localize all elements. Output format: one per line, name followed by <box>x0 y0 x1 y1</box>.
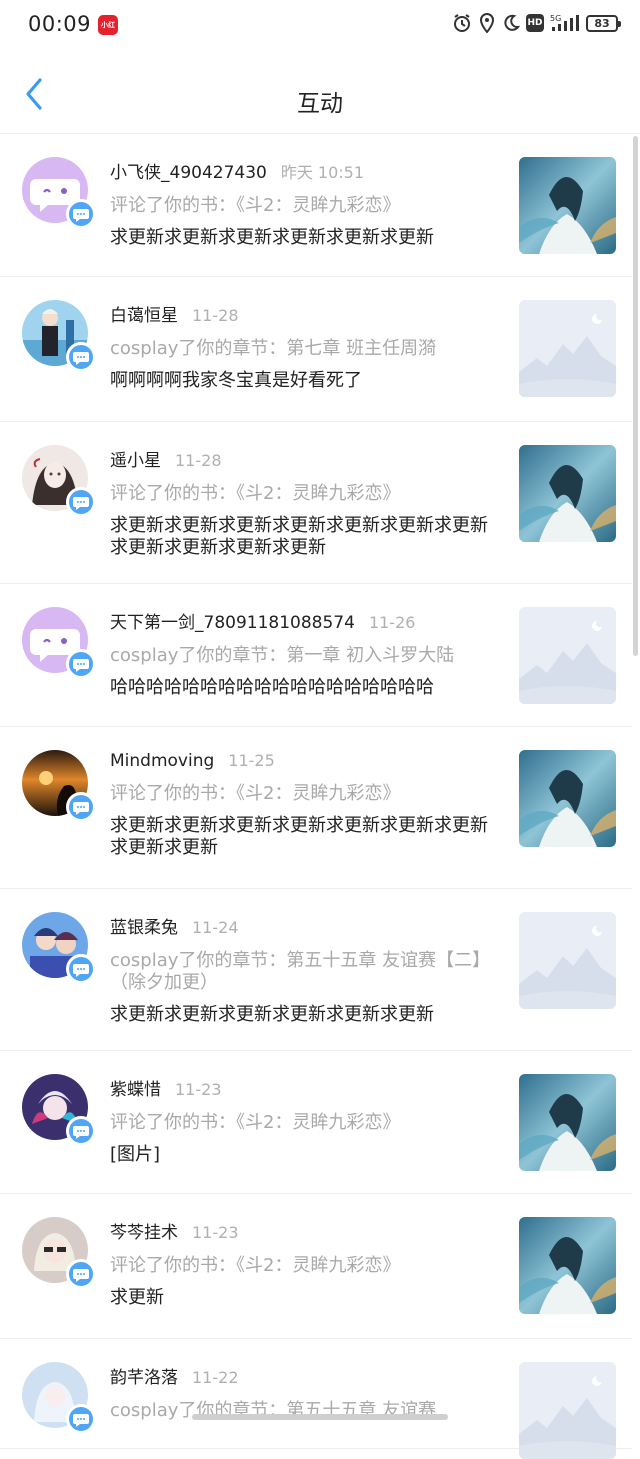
item-texts: Mindmoving 11-25 评论了你的书：《斗2：灵眸九彩恋》 求更新求更… <box>110 751 500 859</box>
comment-badge-icon <box>66 954 96 984</box>
hd-icon: HD <box>526 14 544 32</box>
comment-badge-icon <box>66 649 96 679</box>
timestamp: 11-25 <box>228 751 275 770</box>
action-text: 评论了你的书：《斗2：灵眸九彩恋》 <box>110 1255 500 1277</box>
action-text: 评论了你的书：《斗2：灵眸九彩恋》 <box>110 1112 500 1134</box>
username[interactable]: Mindmoving <box>110 751 214 771</box>
avatar[interactable] <box>22 445 88 511</box>
status-bar: 00:09 小红书 HD 5G 83 <box>0 0 640 52</box>
list-item[interactable]: 白蔼恒星 11-28 cosplay了你的章节：第七章 班主任周漪 啊啊啊啊我家… <box>0 277 632 422</box>
comment-badge-icon <box>66 1116 96 1146</box>
list-item[interactable]: 紫蝶惜 11-23 评论了你的书：《斗2：灵眸九彩恋》 [图片] <box>0 1051 632 1194</box>
interaction-list: 小飞侠_490427430 昨天 10:51 评论了你的书：《斗2：灵眸九彩恋》… <box>0 134 632 1449</box>
action-text: cosplay了你的章节：第五十五章 友谊赛【二】（除夕加更） <box>110 950 500 994</box>
list-item[interactable]: 芩芩挂术 11-23 评论了你的书：《斗2：灵眸九彩恋》 求更新 <box>0 1194 632 1339</box>
comment-text: 求更新求更新求更新求更新求更新求更新求更新求更新求更新求更新求更新 <box>110 515 500 559</box>
avatar[interactable] <box>22 300 88 366</box>
book-thumbnail[interactable] <box>519 300 616 397</box>
book-thumbnail[interactable] <box>519 1074 616 1171</box>
avatar[interactable] <box>22 750 88 816</box>
svg-text:5G: 5G <box>550 14 561 23</box>
avatar[interactable] <box>22 912 88 978</box>
location-icon <box>478 13 496 33</box>
comment-text: 求更新 <box>110 1287 500 1309</box>
item-texts: 蓝银柔兔 11-24 cosplay了你的章节：第五十五章 友谊赛【二】（除夕加… <box>110 913 500 1026</box>
comment-text: 啊啊啊啊我家冬宝真是好看死了 <box>110 370 500 392</box>
avatar[interactable] <box>22 157 88 223</box>
xiaohongshu-icon: 小红书 <box>98 15 118 35</box>
timestamp: 11-24 <box>192 918 239 937</box>
timestamp: 昨天 10:51 <box>281 159 364 183</box>
comment-badge-icon <box>66 792 96 822</box>
username[interactable]: 蓝银柔兔 <box>110 913 178 938</box>
list-item[interactable]: 天下第一剑_78091181088574 11-26 cosplay了你的章节：… <box>0 584 632 727</box>
avatar[interactable] <box>22 1217 88 1283</box>
username[interactable]: 紫蝶惜 <box>110 1075 161 1100</box>
action-text: 评论了你的书：《斗2：灵眸九彩恋》 <box>110 783 500 805</box>
action-text: cosplay了你的章节：第一章 初入斗罗大陆 <box>110 645 500 667</box>
avatar[interactable] <box>22 607 88 673</box>
list-item[interactable]: 小飞侠_490427430 昨天 10:51 评论了你的书：《斗2：灵眸九彩恋》… <box>0 134 632 277</box>
book-thumbnail[interactable] <box>519 1362 616 1459</box>
signal-icon: 5G <box>550 13 580 33</box>
header: 互动 <box>0 52 640 134</box>
username[interactable]: 遥小星 <box>110 446 161 471</box>
comment-text: 求更新求更新求更新求更新求更新求更新 <box>110 1004 500 1026</box>
avatar[interactable] <box>22 1362 88 1428</box>
action-text: 评论了你的书：《斗2：灵眸九彩恋》 <box>110 195 500 217</box>
item-texts: 小飞侠_490427430 昨天 10:51 评论了你的书：《斗2：灵眸九彩恋》… <box>110 158 500 249</box>
list-item[interactable]: 韵芊洛落 11-22 cosplay了你的章节：第五十五章 友谊赛 <box>0 1339 632 1449</box>
timestamp: 11-23 <box>175 1080 222 1099</box>
alarm-icon <box>452 13 472 33</box>
list-item[interactable]: 遥小星 11-28 评论了你的书：《斗2：灵眸九彩恋》 求更新求更新求更新求更新… <box>0 422 632 584</box>
item-texts: 天下第一剑_78091181088574 11-26 cosplay了你的章节：… <box>110 608 500 699</box>
username[interactable]: 天下第一剑_78091181088574 <box>110 608 355 633</box>
book-thumbnail[interactable] <box>519 1217 616 1314</box>
page-title: 互动 <box>0 84 640 118</box>
username[interactable]: 白蔼恒星 <box>110 301 178 326</box>
book-thumbnail[interactable] <box>519 750 616 847</box>
timestamp: 11-26 <box>369 613 416 632</box>
username[interactable]: 芩芩挂术 <box>110 1218 178 1243</box>
item-texts: 紫蝶惜 11-23 评论了你的书：《斗2：灵眸九彩恋》 [图片] <box>110 1075 500 1166</box>
comment-badge-icon <box>66 487 96 517</box>
item-texts: 遥小星 11-28 评论了你的书：《斗2：灵眸九彩恋》 求更新求更新求更新求更新… <box>110 446 500 559</box>
timestamp: 11-22 <box>192 1368 239 1387</box>
comment-text: 求更新求更新求更新求更新求更新求更新 <box>110 227 500 249</box>
timestamp: 11-28 <box>175 451 222 470</box>
scrollbar[interactable] <box>633 136 638 656</box>
item-texts: 白蔼恒星 11-28 cosplay了你的章节：第七章 班主任周漪 啊啊啊啊我家… <box>110 301 500 392</box>
item-texts: 芩芩挂术 11-23 评论了你的书：《斗2：灵眸九彩恋》 求更新 <box>110 1218 500 1309</box>
moon-icon <box>502 14 520 32</box>
book-thumbnail[interactable] <box>519 157 616 254</box>
book-thumbnail[interactable] <box>519 445 616 542</box>
status-icons: HD 5G 83 <box>452 13 618 33</box>
list-item[interactable]: Mindmoving 11-25 评论了你的书：《斗2：灵眸九彩恋》 求更新求更… <box>0 727 632 889</box>
username[interactable]: 韵芊洛落 <box>110 1363 178 1388</box>
comment-text: 哈哈哈哈哈哈哈哈哈哈哈哈哈哈哈哈哈哈 <box>110 677 500 699</box>
comment-badge-icon <box>66 1259 96 1289</box>
comment-badge-icon <box>66 1404 96 1434</box>
status-time: 00:09 <box>28 12 91 36</box>
battery-icon: 83 <box>586 15 618 32</box>
book-thumbnail[interactable] <box>519 912 616 1009</box>
comment-text: 求更新求更新求更新求更新求更新求更新求更新求更新求更新 <box>110 815 500 859</box>
comment-badge-icon <box>66 199 96 229</box>
avatar[interactable] <box>22 1074 88 1140</box>
home-indicator <box>192 1414 448 1420</box>
timestamp: 11-28 <box>192 306 239 325</box>
username[interactable]: 小飞侠_490427430 <box>110 158 267 183</box>
book-thumbnail[interactable] <box>519 607 616 704</box>
list-item[interactable]: 蓝银柔兔 11-24 cosplay了你的章节：第五十五章 友谊赛【二】（除夕加… <box>0 889 632 1051</box>
action-text: 评论了你的书：《斗2：灵眸九彩恋》 <box>110 483 500 505</box>
timestamp: 11-23 <box>192 1223 239 1242</box>
action-text: cosplay了你的章节：第七章 班主任周漪 <box>110 338 500 360</box>
comment-text: [图片] <box>110 1144 500 1166</box>
comment-badge-icon <box>66 342 96 372</box>
